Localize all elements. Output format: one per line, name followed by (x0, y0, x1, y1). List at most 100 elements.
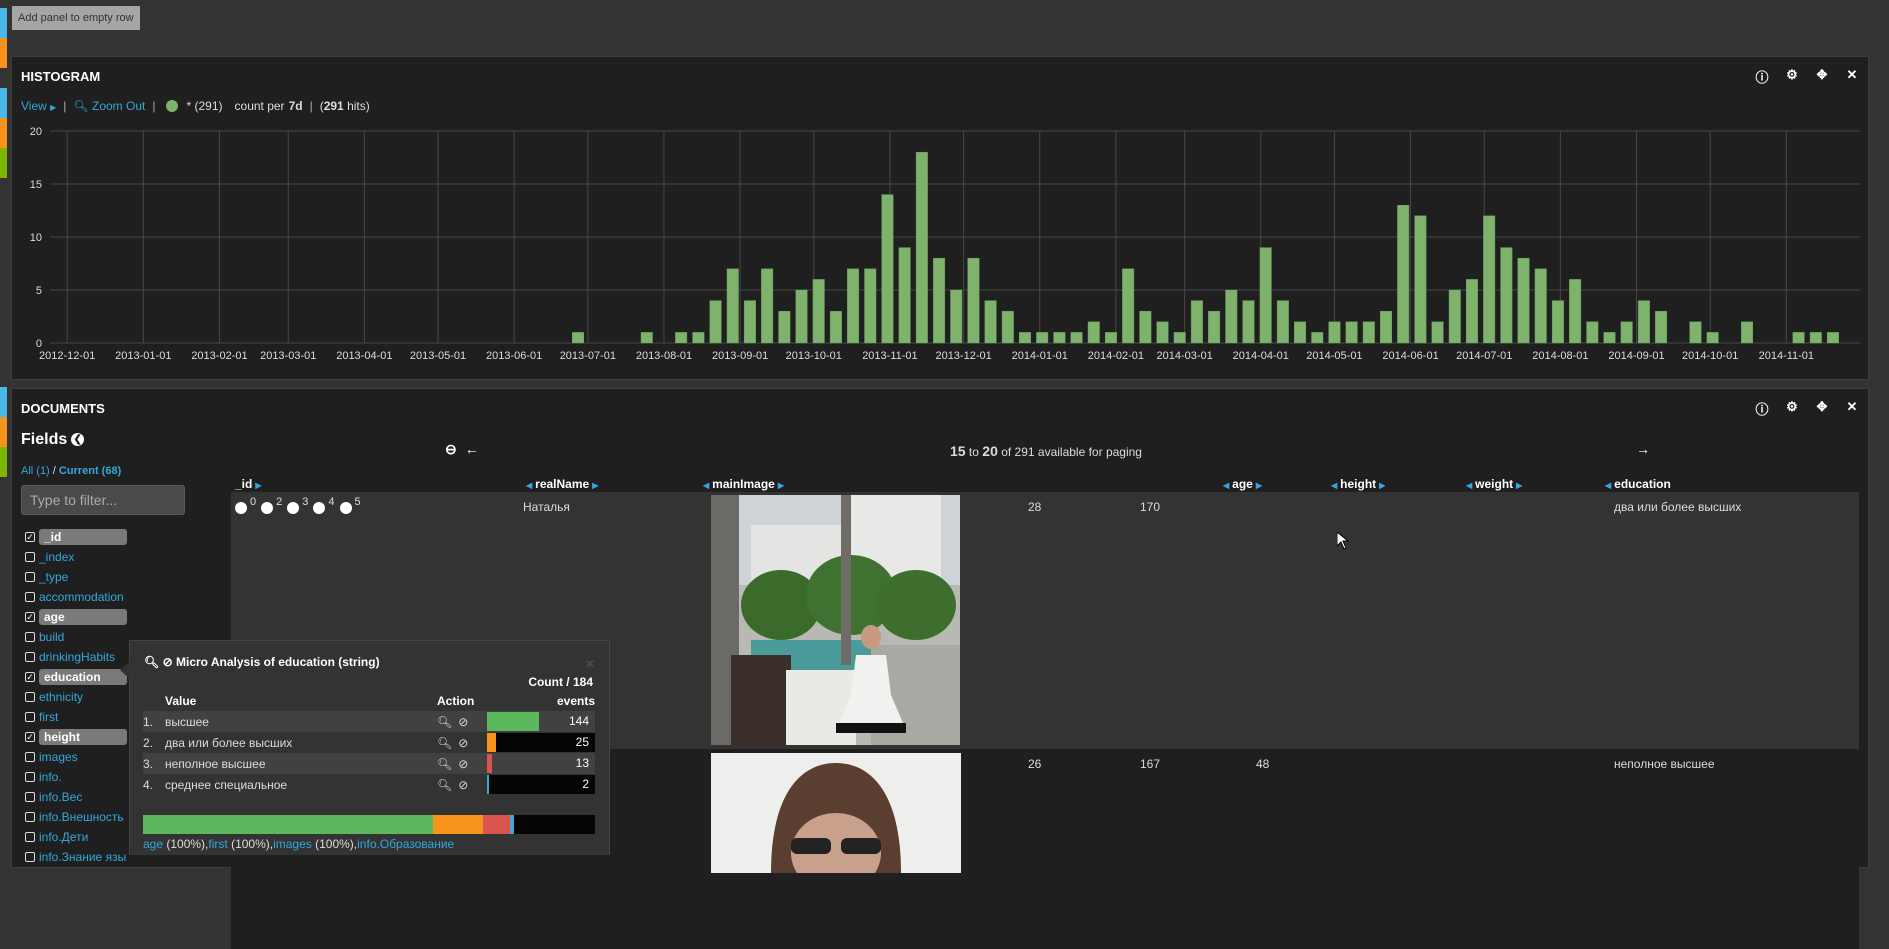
field-item[interactable]: ✓ age (25, 607, 127, 627)
field-item[interactable]: info.Знание язы (25, 847, 127, 867)
field-item[interactable]: build (25, 627, 127, 647)
histogram-bar (1534, 268, 1547, 344)
checkbox[interactable] (25, 812, 35, 822)
search-icon[interactable]: 🔍︎ (144, 655, 159, 669)
field-name[interactable]: build (39, 630, 64, 644)
field-name[interactable]: _id (39, 529, 127, 545)
checkbox[interactable] (25, 572, 35, 582)
field-name[interactable]: info.Внешность (39, 810, 124, 824)
field-name[interactable]: _type (39, 570, 68, 584)
close-icon[interactable]: ✕ (1844, 399, 1860, 418)
checkbox[interactable] (25, 772, 35, 782)
radio-option[interactable] (313, 502, 326, 514)
field-item[interactable]: info.Дети (25, 827, 127, 847)
ban-icon[interactable]: ⊘ (458, 715, 468, 729)
main-image-photo[interactable] (711, 495, 960, 745)
field-name[interactable]: first (39, 710, 58, 724)
field-item[interactable]: info.Вес (25, 787, 127, 807)
field-name[interactable]: info.Знание язы (39, 850, 126, 864)
checkbox[interactable] (25, 652, 35, 662)
main-image-photo[interactable] (711, 753, 961, 893)
histogram-bar (1637, 300, 1650, 344)
field-name[interactable]: age (39, 609, 127, 625)
column-header-id[interactable]: _id ▶ (235, 477, 265, 491)
checkbox-checked[interactable]: ✓ (25, 672, 35, 682)
field-item[interactable]: first (25, 707, 127, 727)
field-item[interactable]: images (25, 747, 127, 767)
radio-option[interactable] (261, 502, 274, 514)
checkbox[interactable] (25, 792, 35, 802)
close-icon[interactable]: ✕ (585, 657, 595, 671)
field-item[interactable]: accommodation (25, 587, 127, 607)
ban-icon[interactable]: ⊘ (163, 655, 173, 669)
column-header-age[interactable]: ◀ age ▶ (1220, 477, 1265, 491)
next-page-icon[interactable]: → (1636, 441, 1650, 457)
checkbox[interactable] (25, 692, 35, 702)
gear-icon[interactable]: ⚙ (1784, 399, 1800, 418)
cell-height: 170 (1140, 500, 1161, 514)
column-header-education[interactable]: ◀ education (1602, 477, 1671, 491)
field-name[interactable]: images (39, 750, 78, 764)
field-item[interactable]: ✓ _id (25, 527, 127, 547)
field-item[interactable]: _index (25, 547, 127, 567)
checkbox-checked[interactable]: ✓ (25, 612, 35, 622)
checkbox[interactable] (25, 752, 35, 762)
field-filter-input[interactable] (21, 485, 185, 515)
related-field-link[interactable]: info.Образование (357, 837, 454, 851)
field-item[interactable]: info.Внешность (25, 807, 127, 827)
checkbox-checked[interactable]: ✓ (25, 732, 35, 742)
ban-icon[interactable]: ⊘ (458, 736, 468, 750)
field-name[interactable]: ethnicity (39, 690, 83, 704)
field-name[interactable]: info.Вес (39, 790, 82, 804)
related-field-link[interactable]: images (273, 837, 312, 851)
search-icon[interactable]: 🔍︎ (437, 715, 452, 729)
radio-option[interactable] (287, 502, 300, 514)
checkbox-checked[interactable]: ✓ (25, 532, 35, 542)
move-left-icon: ◀ (703, 481, 710, 490)
fields-current-link[interactable]: Current (68) (59, 465, 121, 477)
histogram-chart[interactable]: 0 5 10 15 20 2012-12-01 2013-01-01 2013-02-01 20… (12, 57, 1870, 381)
info-icon[interactable]: ⓘ (1754, 399, 1770, 418)
ban-icon[interactable]: ⊘ (458, 757, 468, 771)
field-name[interactable]: _index (39, 550, 74, 564)
search-icon[interactable]: 🔍︎ (437, 757, 452, 771)
fields-all-link[interactable]: All (1) (21, 465, 50, 477)
field-item[interactable]: _type (25, 567, 127, 587)
move-icon[interactable]: ✥ (1814, 399, 1830, 418)
field-item[interactable]: ✓ height (25, 727, 127, 747)
field-item[interactable]: ✓ education (25, 667, 127, 687)
field-name[interactable]: height (39, 729, 127, 745)
related-field-link[interactable]: age (143, 837, 163, 851)
checkbox[interactable] (25, 552, 35, 562)
checkbox[interactable] (25, 852, 35, 862)
field-item[interactable]: drinkingHabits (25, 647, 127, 667)
column-header-mainimage[interactable]: ◀ mainImage ▶ (700, 477, 787, 491)
field-name[interactable]: education (39, 669, 127, 685)
field-name[interactable]: accommodation (39, 590, 124, 604)
radio-option[interactable] (235, 502, 247, 514)
field-item[interactable]: ethnicity (25, 687, 127, 707)
column-header-height[interactable]: ◀ height ▶ (1328, 477, 1388, 491)
col-value: Value (165, 694, 197, 708)
checkbox[interactable] (25, 712, 35, 722)
checkbox[interactable] (25, 632, 35, 642)
related-field-link[interactable]: first (208, 837, 227, 851)
search-icon[interactable]: 🔍︎ (437, 736, 452, 750)
ban-icon[interactable]: ⊘ (458, 778, 468, 792)
checkbox[interactable] (25, 832, 35, 842)
field-name[interactable]: drinkingHabits (39, 650, 115, 664)
field-name[interactable]: info.Дети (39, 830, 88, 844)
radio-option[interactable] (339, 502, 352, 514)
add-panel-button[interactable]: Add panel to empty row (12, 6, 140, 30)
prev-page-icon[interactable]: ← (465, 441, 479, 458)
move-right-icon: ▶ (592, 481, 599, 490)
field-name[interactable]: info. (39, 770, 62, 784)
search-icon[interactable]: 🔍︎ (437, 778, 452, 792)
checkbox[interactable] (25, 592, 35, 602)
collapse-fields-icon[interactable]: ❮ (71, 433, 85, 447)
column-header-weight[interactable]: ◀ weight ▶ (1463, 477, 1525, 491)
cell-weight: 48 (1256, 757, 1270, 771)
first-page-icon[interactable]: ⊖ (445, 441, 457, 458)
column-header-realname[interactable]: ◀ realName ▶ (523, 477, 601, 491)
field-item[interactable]: info. (25, 767, 127, 787)
